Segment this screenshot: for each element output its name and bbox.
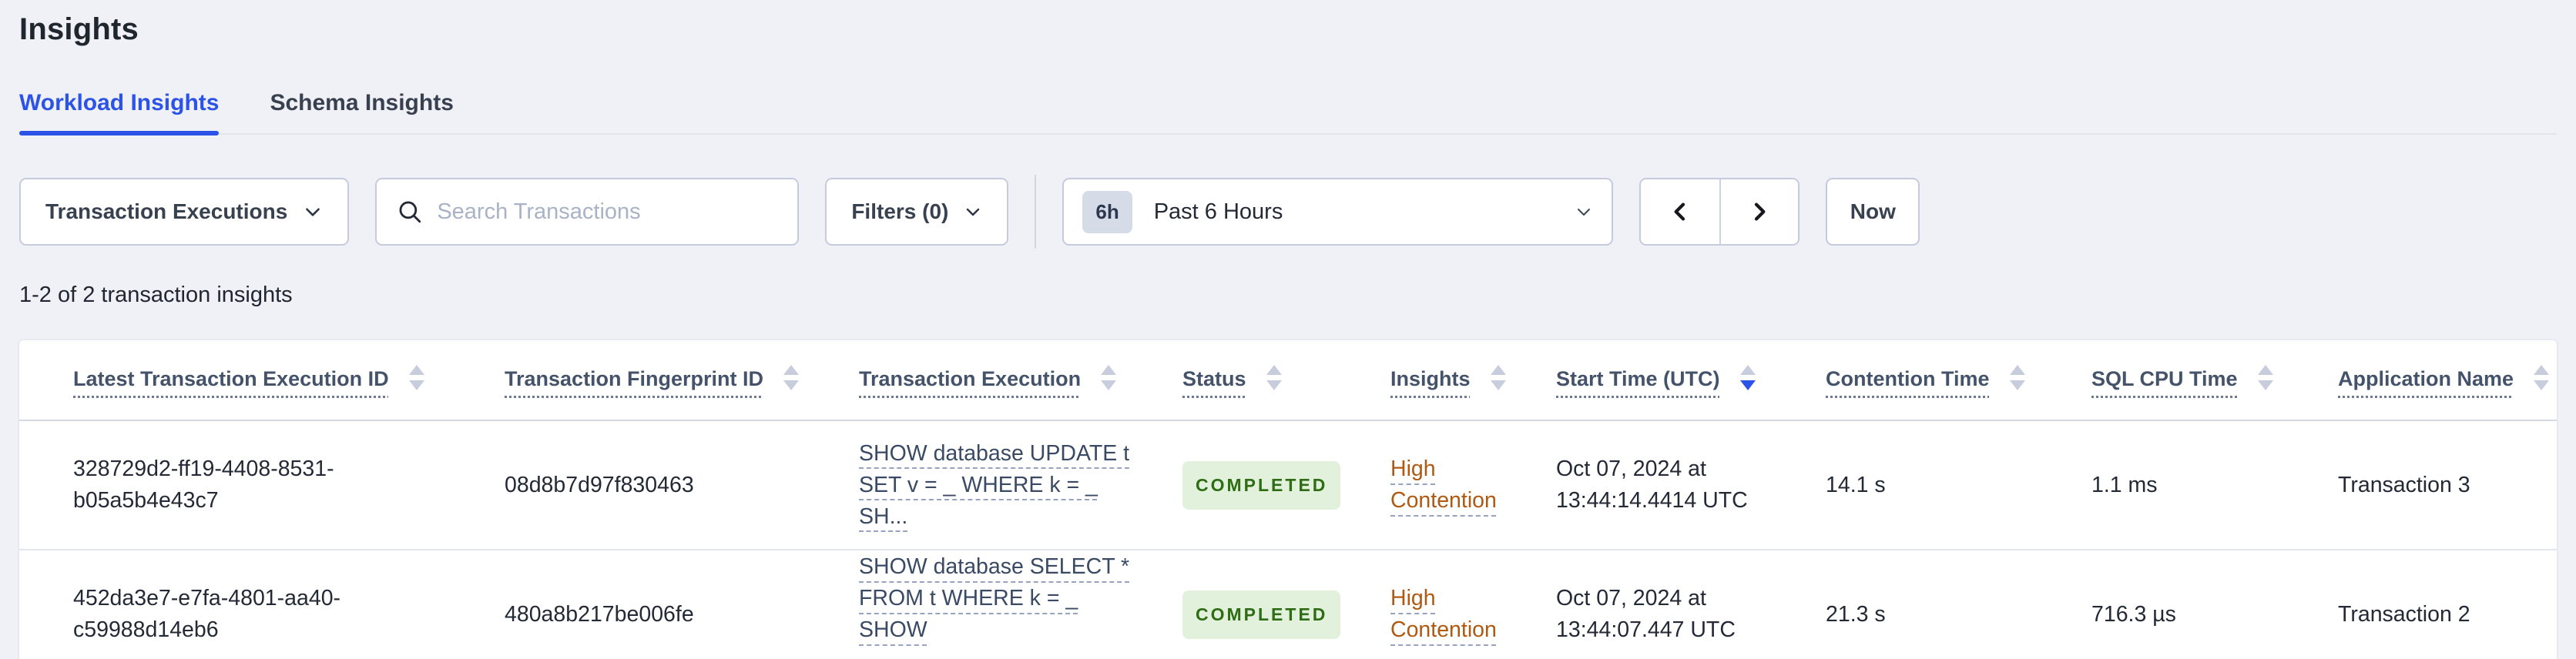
column-header-status[interactable]: Status — [1182, 340, 1390, 421]
column-header-label: Start Time (UTC) — [1556, 366, 1720, 390]
time-range-nav — [1639, 178, 1800, 246]
column-header-label: Latest Transaction Execution ID — [73, 366, 389, 390]
insight-link[interactable]: High Contention — [1390, 586, 1497, 642]
cell-start-time: Oct 07, 2024 at 13:44:07.447 UTC — [1556, 550, 1826, 659]
time-range-badge: 6h — [1082, 190, 1132, 233]
status-badge: COMPLETED — [1182, 460, 1341, 510]
toolbar: Transaction Executions Filters (0) 6h Pa… — [19, 175, 2557, 249]
column-header-latest-transaction-execution-id[interactable]: Latest Transaction Execution ID — [19, 340, 505, 421]
results-count: 1-2 of 2 transaction insights — [19, 283, 293, 307]
column-header-transaction-execution[interactable]: Transaction Execution — [859, 340, 1182, 421]
cell-transaction-execution: SHOW database SELECT * FROM t WHERE k = … — [859, 550, 1182, 659]
filters-button-label: Filters (0) — [851, 199, 949, 223]
tab-workload-insights[interactable]: Workload Insights — [19, 90, 220, 135]
cell-sql-cpu-time: 716.3 µs — [2091, 550, 2338, 659]
view-type-dropdown[interactable]: Transaction Executions — [19, 178, 350, 246]
cell-contention-time: 14.1 s — [1826, 420, 2091, 550]
cell-application-name: Transaction 2 — [2338, 550, 2557, 659]
transaction-execution-link[interactable]: SHOW database UPDATE t — [859, 438, 1129, 470]
time-range-label: Past 6 Hours — [1153, 199, 1283, 224]
page-title: Insights — [19, 12, 139, 46]
transaction-execution-link[interactable]: FROM t WHERE k = _ SHOW — [859, 583, 1148, 646]
chevron-right-icon — [1747, 199, 1772, 224]
table-row: 328729d2-ff19-4408-8531-b05a5b4e43c7 08d… — [19, 420, 2557, 550]
transaction-execution-link[interactable]: SET v = _ WHERE k = _ SH... — [859, 470, 1148, 533]
cell-insights: High Contention — [1390, 420, 1556, 550]
column-header-label: Contention Time — [1826, 366, 1990, 390]
sort-icon — [1739, 365, 1756, 391]
cell-transaction-execution: SHOW database UPDATE t SET v = _ WHERE k… — [859, 420, 1182, 550]
view-type-dropdown-label: Transaction Executions — [45, 199, 288, 223]
sort-icon — [2257, 365, 2273, 391]
cell-fingerprint-id: 08d8b7d97f830463 — [505, 420, 859, 550]
column-header-label: Transaction Execution — [859, 366, 1082, 390]
cell-status: COMPLETED — [1182, 550, 1390, 659]
cell-latest-execution-id: 452da3e7-e7fa-4801-aa40-c59988d14eb6 — [19, 550, 505, 659]
sort-icon — [408, 365, 424, 391]
search-box — [375, 178, 800, 246]
column-header-transaction-fingerprint-id[interactable]: Transaction Fingerprint ID — [505, 340, 859, 421]
chevron-left-icon — [1668, 199, 1692, 224]
insight-link[interactable]: High Contention — [1390, 457, 1497, 513]
toolbar-divider — [1035, 175, 1037, 249]
cell-application-name: Transaction 3 — [2338, 420, 2557, 550]
insights-table: Latest Transaction Execution ID Transact… — [19, 340, 2557, 659]
cell-contention-time: 21.3 s — [1826, 550, 2091, 659]
chevron-down-icon — [303, 202, 323, 222]
sort-icon — [1266, 365, 1282, 391]
column-header-insights[interactable]: Insights — [1390, 340, 1556, 421]
tab-bar: Workload Insights Schema Insights — [19, 90, 2557, 135]
column-header-label: Insights — [1390, 366, 1471, 390]
search-icon — [397, 199, 423, 225]
cell-latest-execution-id: 328729d2-ff19-4408-8531-b05a5b4e43c7 — [19, 420, 505, 550]
sort-icon — [1490, 365, 1506, 391]
search-input[interactable] — [437, 199, 778, 225]
chevron-down-icon — [1575, 202, 1593, 221]
cell-start-time: Oct 07, 2024 at 13:44:14.4414 UTC — [1556, 420, 1826, 550]
column-header-sql-cpu-time[interactable]: SQL CPU Time — [2091, 340, 2338, 421]
transaction-execution-link[interactable]: SHOW database SELECT * — [859, 551, 1129, 583]
cell-sql-cpu-time: 1.1 ms — [2091, 420, 2338, 550]
transaction-execution-link[interactable]: ... — [859, 646, 877, 659]
now-button[interactable]: Now — [1826, 178, 1920, 246]
now-button-label: Now — [1850, 199, 1896, 223]
prev-time-button[interactable] — [1641, 179, 1720, 244]
sort-icon — [2534, 365, 2550, 391]
table-row: 452da3e7-e7fa-4801-aa40-c59988d14eb6 480… — [19, 550, 2557, 659]
column-header-contention-time[interactable]: Contention Time — [1826, 340, 2091, 421]
table-header-row: Latest Transaction Execution ID Transact… — [19, 340, 2557, 421]
insights-table-card: Latest Transaction Execution ID Transact… — [19, 340, 2557, 659]
cell-insights: High Contention — [1390, 550, 1556, 659]
filters-button[interactable]: Filters (0) — [825, 178, 1009, 246]
cell-fingerprint-id: 480a8b217be006fe — [505, 550, 859, 659]
next-time-button[interactable] — [1719, 179, 1799, 244]
column-header-label: Status — [1182, 366, 1246, 390]
time-range-dropdown[interactable]: 6h Past 6 Hours — [1062, 178, 1614, 246]
column-header-label: SQL CPU Time — [2091, 366, 2238, 390]
chevron-down-icon — [964, 202, 982, 221]
status-badge: COMPLETED — [1182, 590, 1341, 639]
column-header-label: Application Name — [2338, 366, 2514, 390]
sort-icon — [1101, 365, 1117, 391]
cell-status: COMPLETED — [1182, 420, 1390, 550]
sort-icon — [2009, 365, 2025, 391]
sort-icon — [783, 365, 800, 391]
column-header-label: Transaction Fingerprint ID — [505, 366, 764, 390]
tab-schema-insights[interactable]: Schema Insights — [270, 90, 453, 133]
column-header-application-name[interactable]: Application Name — [2338, 340, 2557, 421]
column-header-start-time[interactable]: Start Time (UTC) — [1556, 340, 1826, 421]
